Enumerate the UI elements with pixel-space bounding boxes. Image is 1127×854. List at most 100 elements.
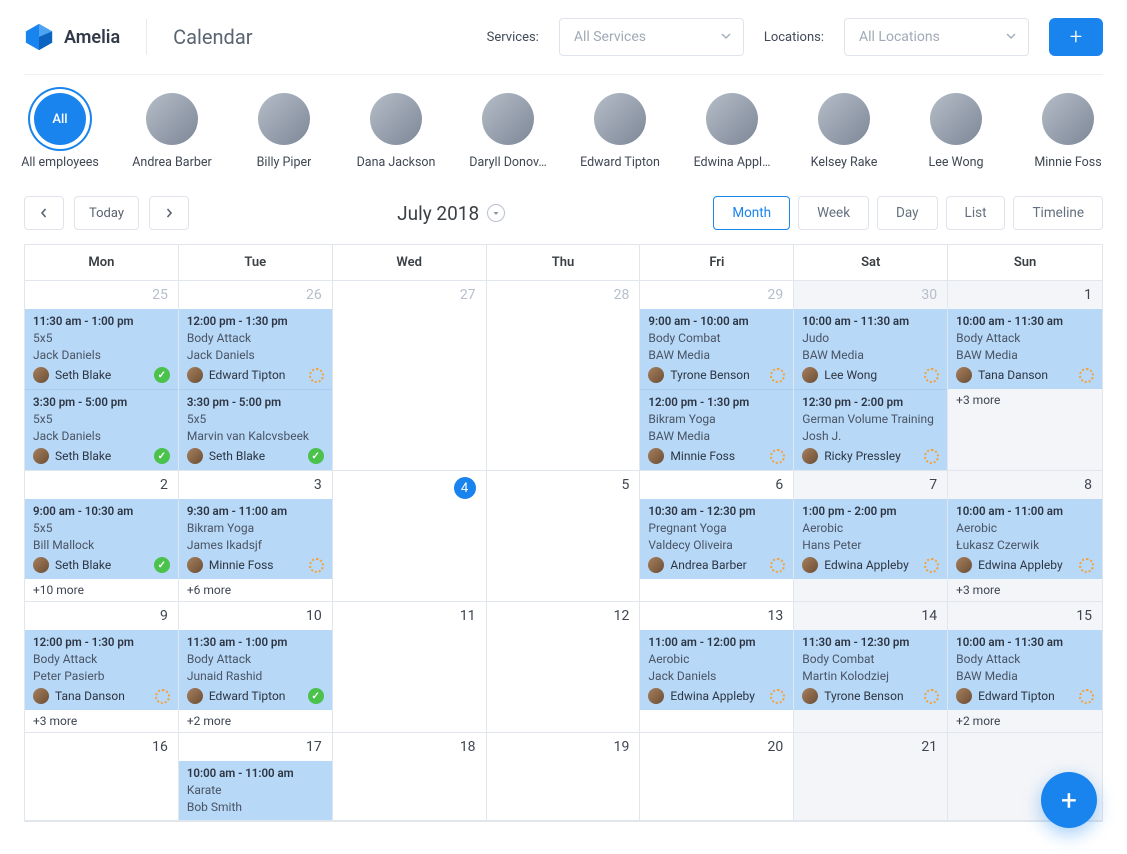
calendar-cell[interactable]: 1011:30 am - 1:00 pmBody AttackJunaid Ra… <box>179 602 333 733</box>
employee-name: Billy Piper <box>257 155 312 170</box>
calendar-cell[interactable]: 110:00 am - 11:30 amBody AttackBAW Media… <box>948 281 1102 471</box>
calendar-cell[interactable]: 5 <box>487 471 641 602</box>
view-week[interactable]: Week <box>798 196 869 230</box>
calendar-cell[interactable]: 16 <box>25 733 179 821</box>
locations-label: Locations: <box>764 30 824 45</box>
calendar-event[interactable]: 12:00 pm - 1:30 pmBody AttackPeter Pasie… <box>25 630 178 710</box>
more-events-link[interactable]: +3 more <box>25 710 178 732</box>
calendar-cell[interactable]: 1510:00 am - 11:30 amBody AttackBAW Medi… <box>948 602 1102 733</box>
day-number: 17 <box>179 733 332 761</box>
employee-filter[interactable]: Billy Piper <box>248 93 320 170</box>
event-employee: Edward Tipton <box>978 689 1073 703</box>
calendar-cell[interactable]: 39:30 am - 11:00 amBikram YogaJames Ikad… <box>179 471 333 602</box>
calendar-event[interactable]: 12:00 pm - 1:30 pmBikram YogaBAW MediaMi… <box>640 389 793 470</box>
status-pending-icon <box>309 558 324 573</box>
calendar-event[interactable]: 10:00 am - 11:00 amAerobicŁukasz Czerwik… <box>948 499 1102 579</box>
event-employee: Seth Blake <box>55 449 148 463</box>
calendar-event[interactable]: 10:00 am - 11:30 amBody AttackBAW MediaE… <box>948 630 1102 710</box>
locations-select[interactable]: All Locations <box>844 18 1029 56</box>
calendar-cell[interactable]: 810:00 am - 11:00 amAerobicŁukasz Czerwi… <box>948 471 1102 602</box>
prev-button[interactable] <box>24 196 64 230</box>
calendar-cell[interactable]: 1710:00 am - 11:00 amKarateBob Smith <box>179 733 333 821</box>
event-employee: Seth Blake <box>209 449 302 463</box>
calendar-cell[interactable]: 19 <box>487 733 641 821</box>
calendar-event[interactable]: 10:00 am - 11:30 amJudoBAW MediaLee Wong <box>794 309 947 389</box>
view-month[interactable]: Month <box>713 196 790 230</box>
chevron-down-icon <box>1006 29 1016 45</box>
employee-filter[interactable]: Lee Wong <box>920 93 992 170</box>
avatar <box>187 367 203 383</box>
calendar-cell[interactable]: 71:00 pm - 2:00 pmAerobicHans PeterEdwin… <box>794 471 948 602</box>
calendar-event[interactable]: 1:00 pm - 2:00 pmAerobicHans PeterEdwina… <box>794 499 947 579</box>
calendar-event[interactable]: 9:00 am - 10:00 amBody CombatBAW MediaTy… <box>640 309 793 389</box>
avatar <box>258 93 310 145</box>
view-list[interactable]: List <box>946 196 1006 230</box>
avatar <box>594 93 646 145</box>
next-button[interactable] <box>149 196 189 230</box>
calendar-cell[interactable]: 2612:00 pm - 1:30 pmBody AttackJack Dani… <box>179 281 333 471</box>
calendar-cell[interactable]: 29:00 am - 10:30 am5x5Bill MallockSeth B… <box>25 471 179 602</box>
calendar-event[interactable]: 3:30 pm - 5:00 pm5x5Marvin van Kalcvsbee… <box>179 389 332 470</box>
more-events-link[interactable]: +2 more <box>948 710 1102 732</box>
calendar-cell[interactable]: 610:30 am - 12:30 pmPregnant YogaValdecy… <box>640 471 794 602</box>
calendar-cell[interactable]: 21 <box>794 733 948 821</box>
services-select[interactable]: All Services <box>559 18 744 56</box>
employee-filter[interactable]: Dana Jackson <box>360 93 432 170</box>
today-button[interactable]: Today <box>74 196 139 230</box>
avatar <box>648 557 664 573</box>
calendar-event[interactable]: 3:30 pm - 5:00 pm5x5Jack DanielsSeth Bla… <box>25 389 178 470</box>
status-pending-icon <box>1079 558 1094 573</box>
more-events-link[interactable]: +2 more <box>179 710 332 732</box>
more-events-link[interactable]: +3 more <box>948 579 1102 601</box>
calendar-event[interactable]: 11:00 am - 12:00 pmAerobicJack DanielsEd… <box>640 630 793 710</box>
more-events-link[interactable]: +6 more <box>179 579 332 601</box>
calendar-event[interactable]: 11:30 am - 1:00 pm5x5Jack DanielsSeth Bl… <box>25 309 178 389</box>
more-events-link[interactable]: +3 more <box>948 389 1102 411</box>
more-events-link[interactable]: +10 more <box>25 579 178 601</box>
avatar <box>802 557 818 573</box>
event-client: Josh J. <box>802 429 939 443</box>
calendar-event[interactable]: 9:30 am - 11:00 amBikram YogaJames Ikads… <box>179 499 332 579</box>
calendar-event[interactable]: 10:00 am - 11:00 amKarateBob Smith <box>179 761 332 820</box>
calendar-event[interactable]: 9:00 am - 10:30 am5x5Bill MallockSeth Bl… <box>25 499 178 579</box>
employee-filter[interactable]: Edwina Appl… <box>696 93 768 170</box>
calendar-cell[interactable]: 1311:00 am - 12:00 pmAerobicJack Daniels… <box>640 602 794 733</box>
calendar-cell[interactable]: 4 <box>333 471 487 602</box>
plus-icon: + <box>1070 25 1082 50</box>
calendar-cell[interactable]: 1411:30 am - 12:30 pmBody CombatMartin K… <box>794 602 948 733</box>
event-service: Body Attack <box>33 652 170 666</box>
calendar-cell[interactable]: 18 <box>333 733 487 821</box>
calendar-cell[interactable]: 27 <box>333 281 487 471</box>
calendar-event[interactable]: 11:30 am - 1:00 pmBody AttackJunaid Rash… <box>179 630 332 710</box>
event-employee: Minnie Foss <box>209 558 303 572</box>
day-number: 1 <box>948 281 1102 309</box>
event-client: Peter Pasierb <box>33 669 170 683</box>
calendar-cell[interactable]: 11 <box>333 602 487 733</box>
calendar-event[interactable]: 12:30 pm - 2:00 pmGerman Volume Training… <box>794 389 947 470</box>
calendar-event[interactable]: 12:00 pm - 1:30 pmBody AttackJack Daniel… <box>179 309 332 389</box>
calendar-cell[interactable]: 2511:30 am - 1:00 pm5x5Jack DanielsSeth … <box>25 281 179 471</box>
calendar-cell[interactable]: 20 <box>640 733 794 821</box>
view-day[interactable]: Day <box>877 196 938 230</box>
calendar-event[interactable]: 10:00 am - 11:30 amBody AttackBAW MediaT… <box>948 309 1102 389</box>
employee-filter[interactable]: Edward Tipton <box>584 93 656 170</box>
fab-add-button[interactable]: + <box>1041 772 1097 828</box>
employee-filter-all[interactable]: AllAll employees <box>24 93 96 170</box>
add-button[interactable]: + <box>1049 18 1103 56</box>
view-timeline[interactable]: Timeline <box>1013 196 1103 230</box>
calendar-event[interactable]: 10:30 am - 12:30 pmPregnant YogaValdecy … <box>640 499 793 579</box>
calendar-cell[interactable]: 3010:00 am - 11:30 amJudoBAW MediaLee Wo… <box>794 281 948 471</box>
calendar-cell[interactable]: 12 <box>487 602 641 733</box>
calendar-cell[interactable]: 28 <box>487 281 641 471</box>
period-selector[interactable]: July 2018 <box>199 202 703 225</box>
calendar-event[interactable]: 11:30 am - 12:30 pmBody CombatMartin Kol… <box>794 630 947 710</box>
calendar-cell[interactable]: 912:00 pm - 1:30 pmBody AttackPeter Pasi… <box>25 602 179 733</box>
employee-filter[interactable]: Minnie Foss <box>1032 93 1104 170</box>
employee-filter[interactable]: Daryll Donov… <box>472 93 544 170</box>
employee-filter[interactable]: Kelsey Rake <box>808 93 880 170</box>
employee-filter[interactable]: Andrea Barber <box>136 93 208 170</box>
logo[interactable]: Amelia <box>24 22 120 52</box>
avatar <box>33 448 49 464</box>
event-service: 5x5 <box>33 412 170 426</box>
calendar-cell[interactable]: 299:00 am - 10:00 amBody CombatBAW Media… <box>640 281 794 471</box>
